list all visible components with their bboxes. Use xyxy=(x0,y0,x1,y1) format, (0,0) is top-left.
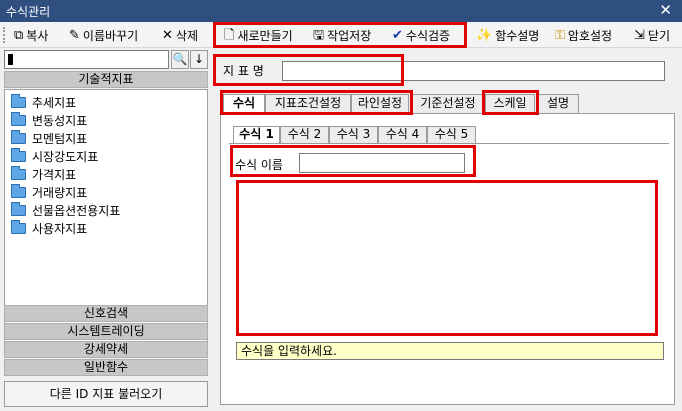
tab-description[interactable]: 설명 xyxy=(537,94,579,113)
verify-button[interactable]: ✔ 수식검증 xyxy=(392,26,450,44)
new-file-icon: 🗋 xyxy=(224,27,235,43)
tab-scale[interactable]: 스케일 xyxy=(485,94,535,113)
group-strength-weakness[interactable]: 강세약세 xyxy=(4,341,208,358)
formula-name-input[interactable] xyxy=(299,153,465,173)
formula-name-label: 수식 이름 xyxy=(235,158,283,172)
tab-line-settings[interactable]: 라인설정 xyxy=(351,94,409,113)
folder-icon xyxy=(11,201,26,216)
save-icon: 🖫 xyxy=(313,27,325,43)
subtab-formula-1[interactable]: 수식 1 xyxy=(233,126,280,143)
window-title: 수식관리 xyxy=(6,5,51,19)
tree-item[interactable]: 사용자지표 xyxy=(11,219,87,236)
function-help-button[interactable]: ✨ 함수설명 xyxy=(476,26,539,44)
folder-icon xyxy=(11,183,26,198)
toolbar-grip[interactable] xyxy=(3,27,6,43)
check-icon: ✔ xyxy=(392,27,403,43)
left-panel: 🔍 ↓ 기술적지표 추세지표 변동성지표 모멘텀지표 시장강도지표 가격지표 거… xyxy=(4,50,208,408)
tree-item[interactable]: 선물옵션전용지표 xyxy=(11,201,120,218)
category-header[interactable]: 기술적지표 xyxy=(4,71,208,88)
indicator-name-input[interactable] xyxy=(282,61,665,81)
close-icon[interactable]: ✕ xyxy=(659,1,672,19)
tree-item[interactable]: 거래량지표 xyxy=(11,183,87,200)
title-bar: 수식관리 ✕ xyxy=(0,0,682,22)
tree-item[interactable]: 시장강도지표 xyxy=(11,147,98,164)
subtab-formula-5[interactable]: 수식 5 xyxy=(427,126,476,143)
password-button[interactable]: ⚿ 암호설정 xyxy=(555,26,612,44)
indicator-name-label: 지 표 명 xyxy=(223,64,264,78)
close-button[interactable]: ⇲ 닫기 xyxy=(634,26,670,44)
subtab-formula-2[interactable]: 수식 2 xyxy=(280,126,329,143)
rename-icon: ✎ xyxy=(69,27,80,43)
text-cursor xyxy=(8,54,13,65)
formula-hint: 수식을 입력하세요. xyxy=(236,342,664,360)
folder-icon xyxy=(11,147,26,162)
folder-icon xyxy=(11,129,26,144)
copy-icon: ⧉ xyxy=(14,27,24,43)
formula-editor[interactable] xyxy=(239,181,655,334)
group-general-functions[interactable]: 일반함수 xyxy=(4,359,208,376)
delete-icon: ✕ xyxy=(162,27,173,43)
magic-wand-icon: ✨ xyxy=(476,27,493,43)
new-button[interactable]: 🗋 새로만들기 xyxy=(224,26,293,44)
tree-item[interactable]: 추세지표 xyxy=(11,93,76,110)
copy-button[interactable]: ⧉ 복사 xyxy=(14,26,48,44)
formula-tab-panel: 수식 1 수식 2 수식 3 수식 4 수식 5 수식 이름 수식을 입력하세요… xyxy=(220,113,675,405)
folder-icon xyxy=(11,111,26,126)
key-icon: ⚿ xyxy=(555,27,565,43)
search-input[interactable] xyxy=(4,50,169,69)
rename-button[interactable]: ✎ 이름바꾸기 xyxy=(69,26,138,44)
folder-icon xyxy=(11,165,26,180)
group-system-trading[interactable]: 시스템트레이딩 xyxy=(4,323,208,340)
tab-baseline-settings[interactable]: 기준선설정 xyxy=(411,94,485,113)
tree-item[interactable]: 모멘텀지표 xyxy=(11,129,87,146)
right-panel: 지 표 명 수식 지표조건설정 라인설정 기준선설정 스케일 설명 수식 1 수… xyxy=(212,50,678,408)
tab-formula[interactable]: 수식 xyxy=(223,94,265,114)
subtab-formula-4[interactable]: 수식 4 xyxy=(378,126,427,143)
subtab-formula-3[interactable]: 수식 3 xyxy=(329,126,378,143)
delete-button[interactable]: ✕ 삭제 xyxy=(162,26,198,44)
tree-item[interactable]: 변동성지표 xyxy=(11,111,87,128)
folder-icon xyxy=(11,93,26,108)
toolbar: ⧉ 복사 ✎ 이름바꾸기 ✕ 삭제 🗋 새로만들기 🖫 작업저장 ✔ 수식검증 ✨ 함수설명 … xyxy=(0,22,682,48)
arrow-down-icon[interactable]: ↓ xyxy=(190,50,208,69)
tree-item[interactable]: 가격지표 xyxy=(11,165,76,182)
search-icon[interactable]: 🔍 xyxy=(171,50,189,69)
subtab-divider xyxy=(229,143,669,144)
tab-indicator-conditions[interactable]: 지표조건설정 xyxy=(265,94,351,113)
load-other-id-button[interactable]: 다른 ID 지표 불러오기 xyxy=(4,381,208,407)
save-button[interactable]: 🖫 작업저장 xyxy=(313,26,371,44)
exit-icon: ⇲ xyxy=(634,27,645,43)
folder-icon xyxy=(11,219,26,234)
group-signal-search[interactable]: 신호검색 xyxy=(4,305,208,322)
